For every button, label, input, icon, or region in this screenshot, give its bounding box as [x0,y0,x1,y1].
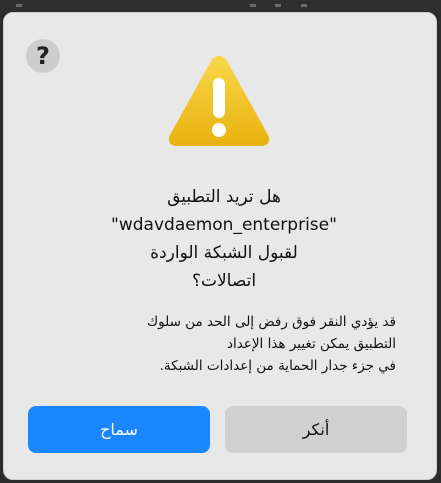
message-line: في جزء جدار الحماية من إعدادات الشبكة. [159,358,396,374]
question-mark-icon: ? [36,42,50,70]
strip-marker [16,4,22,7]
deny-button-label: أنكر [302,420,330,439]
window-edge [437,12,441,483]
window-top-strip [0,0,441,12]
title-line: هل تريد التطبيق [167,187,281,207]
title-line: اتصالات؟ [191,271,257,291]
firewall-alert-dialog: ? هل تريد التطبيق "wdavdaemon_enterprise… [3,12,437,480]
app-name: "wdavdaemon_enterprise" [111,215,337,235]
dialog-message: قد يؤدي النقر فوق رفض إلى الحد من سلوك ا… [44,311,396,377]
title-line: لقبول الشبكة الواردة [150,243,298,263]
message-line: التطبيق يمكن تغيير هذا الإعداد [226,336,396,352]
warning-triangle-icon [168,56,270,146]
strip-marker [250,4,256,7]
strip-marker [275,4,281,7]
message-line: قد يؤدي النقر فوق رفض إلى الحد من سلوك [147,314,396,330]
help-button[interactable]: ? [26,39,60,73]
deny-button[interactable]: أنكر [225,406,407,453]
allow-button[interactable]: سماح [28,406,210,453]
allow-button-label: سماح [100,420,138,439]
strip-marker [301,4,307,7]
dialog-title: هل تريد التطبيق "wdavdaemon_enterprise" … [64,183,384,295]
